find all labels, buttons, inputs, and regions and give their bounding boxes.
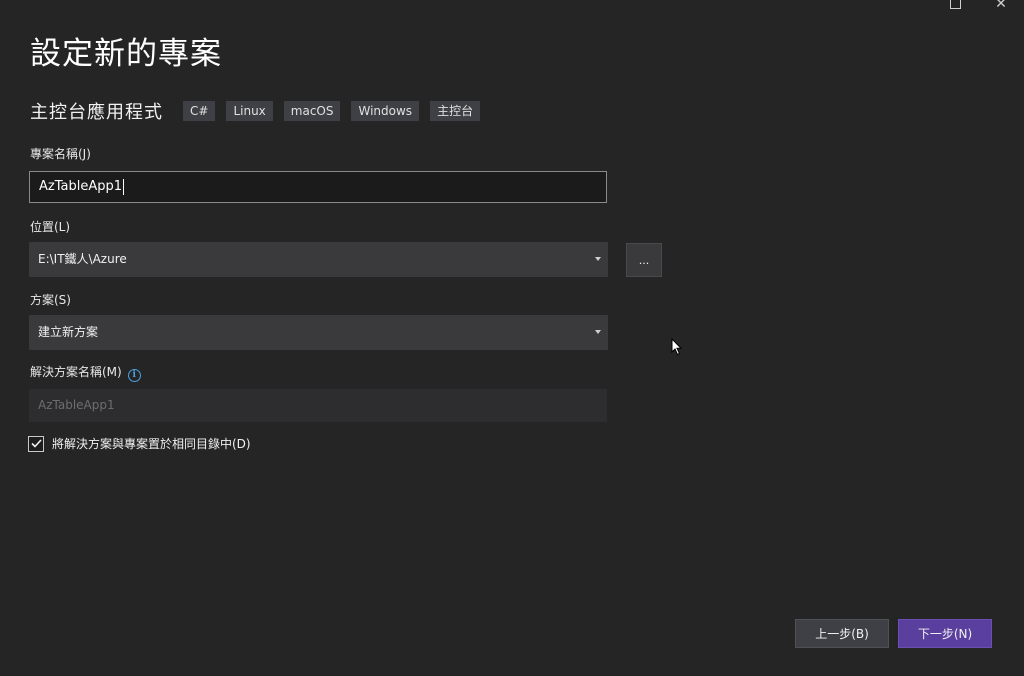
solution-combobox[interactable]: 建立新方案 <box>29 315 608 350</box>
window-controls: ✕ <box>932 0 1024 12</box>
mouse-cursor-icon <box>671 338 683 356</box>
solution-name-label: 解決方案名稱(M) <box>30 365 122 379</box>
solution-value: 建立新方案 <box>38 325 99 339</box>
same-directory-option[interactable]: 將解決方案與專案置於相同目錄中(D) <box>28 435 251 452</box>
checkmark-icon <box>30 439 42 448</box>
close-button[interactable]: ✕ <box>978 0 1024 12</box>
restore-icon <box>949 0 961 9</box>
close-icon: ✕ <box>995 0 1007 12</box>
next-button[interactable]: 下一步(N) <box>898 619 992 648</box>
tag-csharp: C# <box>183 101 216 121</box>
solution-label: 方案(S) <box>30 293 71 307</box>
project-name-label: 專案名稱(J) <box>30 147 91 161</box>
chevron-down-icon <box>595 257 601 261</box>
tag-linux: Linux <box>226 101 273 121</box>
location-combobox[interactable]: E:\IT鐵人\Azure <box>29 242 608 277</box>
chevron-down-icon <box>595 330 601 334</box>
solution-name-label-row: 解決方案名稱(M) i <box>30 363 141 382</box>
browse-button[interactable]: ... <box>626 243 662 277</box>
tag-console: 主控台 <box>430 101 481 121</box>
page-title: 設定新的專案 <box>30 36 222 72</box>
create-project-dialog: ✕ 設定新的專案 主控台應用程式 C# Linux macOS Windows … <box>0 0 1024 676</box>
template-info: 主控台應用程式 C# Linux macOS Windows 主控台 <box>30 98 491 124</box>
location-value: E:\IT鐵人\Azure <box>38 252 127 266</box>
same-directory-label: 將解決方案與專案置於相同目錄中(D) <box>52 437 251 451</box>
tag-macos: macOS <box>283 101 341 121</box>
solution-name-input: AzTableApp1 <box>29 389 607 422</box>
project-name-value: AzTableApp1 <box>39 179 123 194</box>
restore-button[interactable] <box>932 0 978 12</box>
same-directory-checkbox[interactable] <box>28 435 44 452</box>
back-button[interactable]: 上一步(B) <box>795 619 889 648</box>
tag-windows: Windows <box>351 101 420 121</box>
project-name-input[interactable]: AzTableApp1 <box>29 171 607 203</box>
text-caret <box>123 178 125 195</box>
info-icon[interactable]: i <box>127 369 141 382</box>
location-label: 位置(L) <box>30 220 71 234</box>
template-name: 主控台應用程式 <box>30 102 163 123</box>
